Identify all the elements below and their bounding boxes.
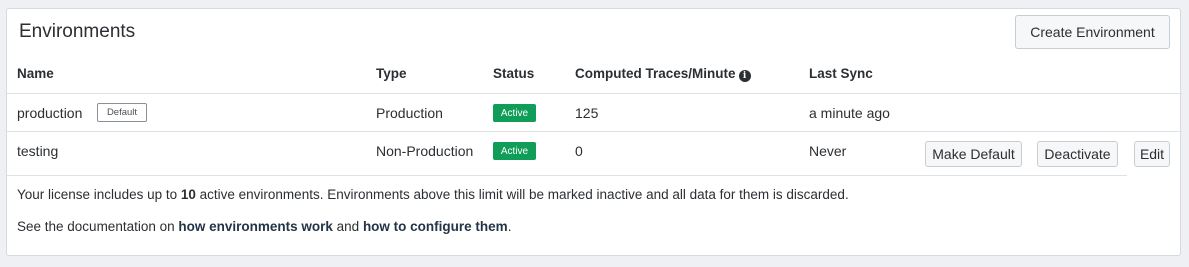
row-divider [7, 131, 1182, 132]
docs-note-prefix: See the documentation on [17, 219, 179, 234]
traces-value: 125 [575, 105, 599, 121]
column-header-traces: Computed Traces/Minute i [575, 66, 751, 82]
env-name: production [17, 105, 83, 121]
docs-note: See the documentation on how environment… [17, 219, 511, 234]
last-sync-value: a minute ago [809, 105, 890, 121]
edit-button[interactable]: Edit [1134, 141, 1170, 167]
header-divider [7, 93, 1182, 94]
table-bottom-divider [7, 175, 1127, 176]
column-header-name: Name [17, 66, 54, 81]
create-environment-button[interactable]: Create Environment [1015, 15, 1170, 49]
env-name: testing [17, 143, 59, 159]
env-type: Production [376, 105, 443, 121]
column-header-traces-label: Computed Traces/Minute [575, 66, 736, 81]
info-icon[interactable]: i [738, 70, 751, 82]
license-note-suffix: active environments. Environments above … [195, 187, 849, 202]
traces-value: 0 [575, 143, 583, 159]
how-to-configure-link[interactable]: how to configure them [363, 219, 508, 234]
status-badge: Active [493, 104, 536, 122]
default-badge: Default [97, 103, 147, 122]
license-note: Your license includes up to 10 active en… [17, 187, 849, 202]
how-environments-work-link[interactable]: how environments work [178, 219, 333, 234]
docs-note-middle: and [332, 219, 363, 234]
panel-title: Environments [19, 21, 136, 42]
license-note-prefix: Your license includes up to [17, 187, 181, 202]
status-badge: Active [493, 142, 536, 160]
env-type: Non-Production [376, 143, 474, 159]
license-count: 10 [180, 187, 196, 202]
deactivate-button[interactable]: Deactivate [1037, 141, 1118, 167]
column-header-last-sync: Last Sync [809, 66, 873, 81]
column-header-status: Status [493, 66, 535, 81]
environments-panel: Environments Create Environment Name Typ… [6, 8, 1182, 256]
docs-note-suffix: . [507, 219, 512, 234]
last-sync-value: Never [809, 143, 847, 159]
make-default-button[interactable]: Make Default [925, 141, 1022, 167]
column-header-type: Type [376, 66, 407, 81]
